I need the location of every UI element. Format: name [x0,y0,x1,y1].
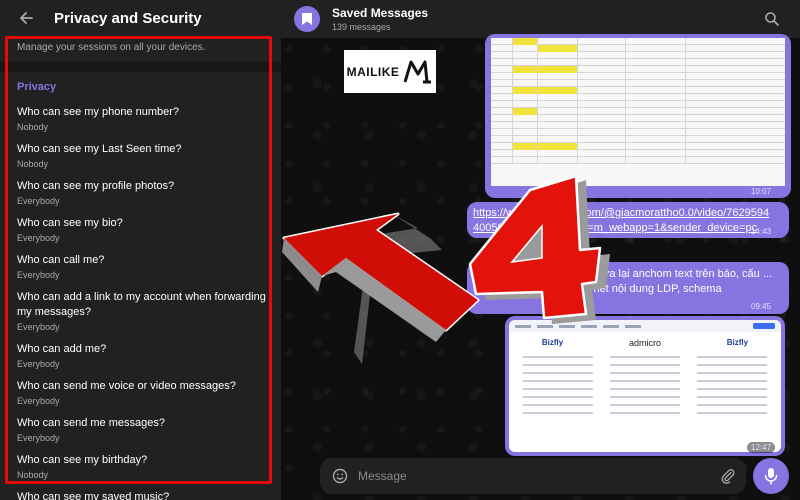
message-link[interactable]: https://www.facebook.com/@giacmorattho0.… [473,206,773,236]
privacy-item-value: Everybody [17,359,60,369]
chat-header[interactable]: Saved Messages 139 messages [281,0,800,38]
privacy-item-bio[interactable]: Who can see my bio? Everybody [0,212,281,245]
ml-logo-mark [403,60,432,83]
logo-text: MAILIKE [346,64,400,79]
privacy-item-add-me[interactable]: Who can add me? Everybody [0,338,281,371]
settings-header: Privacy and Security [0,0,281,36]
privacy-item-label: Who can see my saved music? [17,491,170,500]
message-input[interactable] [358,469,718,483]
section-divider [0,62,281,72]
mailike-logo: MAILIKE [344,50,436,93]
saved-messages-avatar[interactable] [294,6,320,32]
privacy-settings-panel: Privacy and Security Manage your session… [0,0,281,500]
message-composer [320,458,746,494]
search-icon[interactable] [764,11,780,27]
message-time: 12:47 [747,442,776,453]
privacy-item-value: Nobody [17,470,49,480]
chat-area: Saved Messages 139 messages 10:07 https:… [281,0,800,500]
privacy-item-value: Everybody [17,196,60,206]
privacy-item-label: Who can see my birthday? [17,454,148,466]
privacy-item-label: Who can add a link to my account when fo… [17,291,266,318]
privacy-item-label: Who can send me messages? [17,417,165,429]
emoji-icon[interactable] [332,468,348,484]
privacy-item-calls[interactable]: Who can call me? Everybody [0,249,281,282]
privacy-item-label: Who can see my Last Seen time? [17,143,182,155]
website-image-bubble[interactable]: Bizfly admicro Bizfly [505,316,785,456]
privacy-item-birthday[interactable]: Who can see my birthday? Nobody [0,449,281,482]
chat-title: Saved Messages [332,6,429,20]
privacy-item-label: Who can add me? [17,343,107,355]
privacy-item-value: Everybody [17,433,60,443]
privacy-section-title: Privacy [17,81,57,93]
microphone-icon [764,468,778,485]
back-arrow-icon[interactable] [16,8,36,28]
message-time: 10:07 [751,187,772,196]
microphone-button[interactable] [753,458,789,494]
privacy-item-value: Nobody [17,159,49,169]
privacy-item-label: Who can see my bio? [17,217,123,229]
privacy-item-value: Everybody [17,270,60,280]
privacy-item-label: Who can call me? [17,254,105,266]
message-time: 09:45 [751,302,772,311]
privacy-item-saved-music[interactable]: Who can see my saved music? [0,486,281,500]
bookmark-icon [302,13,312,25]
privacy-item-label: Who can send me voice or video messages? [17,380,236,392]
paperclip-icon[interactable] [720,468,736,484]
message-time: 14:43 [751,227,772,236]
privacy-item-messages[interactable]: Who can send me messages? Everybody [0,412,281,445]
privacy-item-label: Who can see my phone number? [17,106,180,118]
privacy-item-value: Everybody [17,322,60,332]
sessions-hint: Manage your sessions on all your devices… [17,42,206,53]
website-screenshot: Bizfly admicro Bizfly [509,320,781,452]
admicro-logo: admicro [628,338,661,348]
privacy-item-voice-video[interactable]: Who can send me voice or video messages?… [0,375,281,408]
privacy-item-forwarding-link[interactable]: Who can add a link to my account when fo… [0,286,281,334]
date-chip: 21 [539,245,567,260]
page-title: Privacy and Security [54,9,202,27]
privacy-item-value: Everybody [17,396,60,406]
privacy-item-phone-number[interactable]: Who can see my phone number? Nobody [0,101,281,134]
bizfly-logo: Bizfly [726,338,749,347]
spreadsheet-image [491,38,785,186]
privacy-item-value: Nobody [17,122,49,132]
privacy-item-profile-photos[interactable]: Who can see my profile photos? Everybody [0,175,281,208]
bizfly-logo: Bizfly [541,338,564,347]
privacy-item-label: Who can see my profile photos? [17,180,175,192]
privacy-item-last-seen[interactable]: Who can see my Last Seen time? Nobody [0,138,281,171]
website-nav [509,320,781,332]
privacy-item-value: Everybody [17,233,60,243]
message-text: Chủ đề: ... kết trên GSC, sửa lại anchom… [473,268,773,295]
chat-subtitle: 139 messages [332,22,391,32]
